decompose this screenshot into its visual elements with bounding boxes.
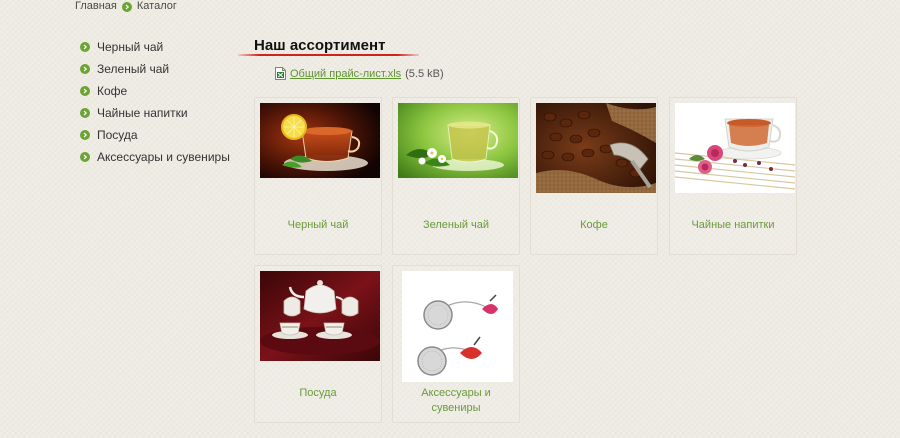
black-tea-cup-image: [260, 103, 380, 178]
page-title: Наш ассортимент: [254, 37, 386, 54]
pricelist-download-link[interactable]: Общий прайс-лист.xls: [290, 68, 401, 80]
product-card-green-tea[interactable]: Зеленый чай: [392, 97, 520, 255]
product-card-coffee[interactable]: Кофе: [530, 97, 658, 255]
breadcrumb-home-link[interactable]: Главная: [75, 0, 117, 13]
sidebar-item-accessories[interactable]: Аксессуары и сувениры: [80, 150, 230, 165]
tea-infusers-image: [402, 271, 513, 382]
product-card-tea-drinks[interactable]: Чайные напитки: [669, 97, 797, 255]
breadcrumb-catalog-link[interactable]: Каталог: [137, 0, 177, 13]
product-card-black-tea[interactable]: Черный чай: [254, 97, 382, 255]
arrow-right-icon: [80, 130, 90, 140]
sidebar-item-tea-drinks[interactable]: Чайные напитки: [80, 106, 230, 121]
sidebar-item-label: Посуда: [97, 128, 138, 142]
arrow-right-icon: [121, 1, 132, 12]
pricelist: Общий прайс-лист.xls (5.5 kB): [275, 67, 444, 80]
arrow-right-icon: [80, 86, 90, 96]
product-label: Черный чай: [287, 219, 349, 231]
arrow-right-icon: [80, 42, 90, 52]
product-card-tableware[interactable]: Посуда: [254, 265, 382, 423]
sidebar-item-label: Аксессуары и сувениры: [97, 150, 230, 164]
sidebar-item-label: Черный чай: [97, 40, 164, 54]
tea-drink-roses-image: [675, 103, 795, 193]
sidebar-item-label: Кофе: [97, 84, 128, 98]
tea-set-image: [260, 271, 380, 361]
product-label: Кофе: [580, 219, 608, 231]
product-label: Зеленый чай: [422, 219, 490, 231]
sidebar-item-label: Чайные напитки: [97, 106, 188, 120]
green-tea-cup-image: [398, 103, 518, 178]
title-underline: [238, 54, 419, 56]
sidebar-item-green-tea[interactable]: Зеленый чай: [80, 62, 230, 77]
sidebar-item-coffee[interactable]: Кофе: [80, 84, 230, 99]
pricelist-size: (5.5 kB): [405, 67, 444, 80]
product-label: Посуда: [299, 387, 337, 399]
excel-file-icon: [275, 67, 286, 80]
coffee-beans-image: [536, 103, 656, 193]
product-label: Аксессуары и сувениры: [421, 387, 491, 414]
sidebar-item-black-tea[interactable]: Черный чай: [80, 40, 230, 55]
product-label: Чайные напитки: [691, 219, 775, 231]
sidebar-item-tableware[interactable]: Посуда: [80, 128, 230, 143]
sidebar-item-label: Зеленый чай: [97, 62, 170, 76]
breadcrumb: Главная Каталог: [75, 0, 177, 13]
sidebar-categories: Черный чай Зеленый чай Кофе Чайные напит…: [80, 40, 230, 172]
arrow-right-icon: [80, 108, 90, 118]
arrow-right-icon: [80, 64, 90, 74]
arrow-right-icon: [80, 152, 90, 162]
product-card-accessories[interactable]: Аксессуары и сувениры: [392, 265, 520, 423]
